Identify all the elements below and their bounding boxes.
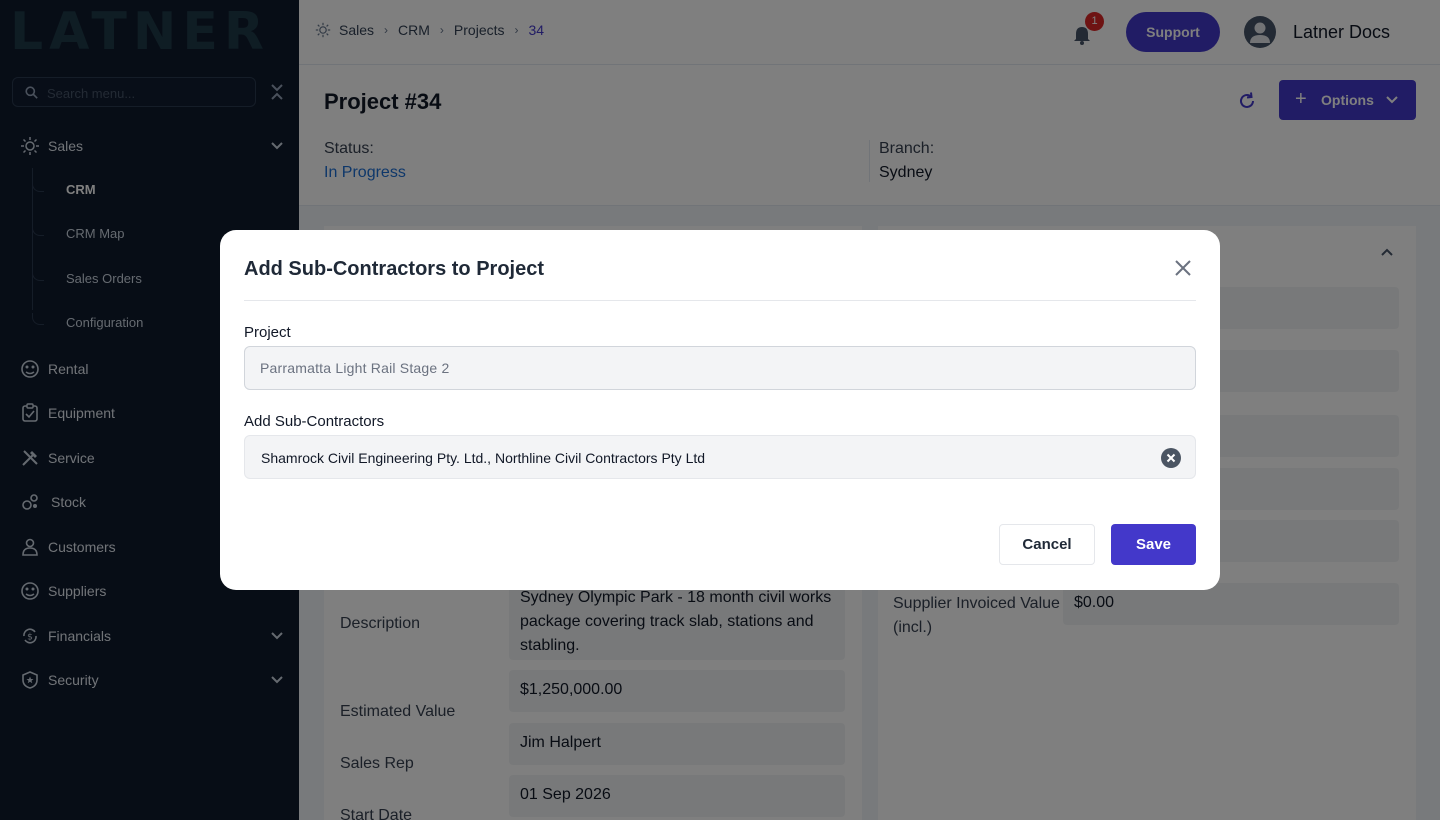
subcontractors-field-label: Add Sub-Contractors — [244, 413, 385, 430]
close-icon[interactable] — [1174, 259, 1192, 277]
cancel-button[interactable]: Cancel — [999, 524, 1095, 565]
clear-selection-icon[interactable] — [1161, 448, 1181, 468]
add-subcontractors-modal: Add Sub-Contractors to Project Project A… — [220, 230, 1220, 590]
modal-title: Add Sub-Contractors to Project — [244, 258, 545, 280]
project-field — [244, 346, 1196, 390]
modal-divider — [244, 300, 1196, 301]
subcontractors-select[interactable]: Shamrock Civil Engineering Pty. Ltd., No… — [244, 435, 1196, 479]
subcontractors-selected: Shamrock Civil Engineering Pty. Ltd., No… — [261, 450, 706, 466]
project-field-label: Project — [244, 324, 291, 341]
save-button[interactable]: Save — [1111, 524, 1196, 565]
